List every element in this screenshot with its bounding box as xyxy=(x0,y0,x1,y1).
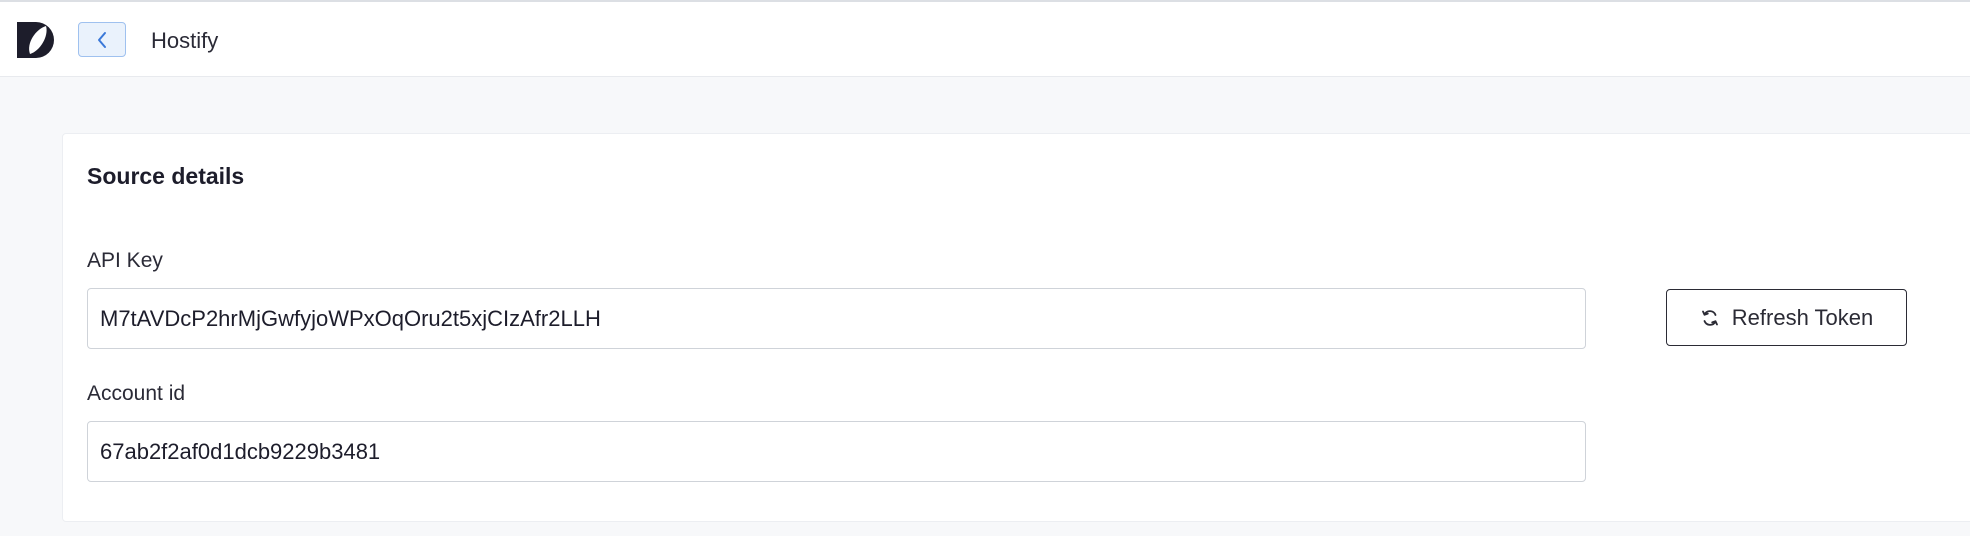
chevron-left-icon xyxy=(98,31,106,48)
back-button[interactable] xyxy=(78,22,126,57)
api-key-label: API Key xyxy=(87,249,163,272)
app-title: Hostify xyxy=(151,28,219,53)
api-key-input[interactable] xyxy=(87,288,1586,349)
brand-logo-icon xyxy=(17,22,54,58)
refresh-token-label: Refresh Token xyxy=(1731,304,1874,330)
refresh-icon xyxy=(1701,309,1718,326)
account-id-input[interactable] xyxy=(87,421,1586,482)
refresh-token-button[interactable]: Refresh Token xyxy=(1666,289,1907,346)
source-details-card: Source details API Key Refresh Token Acc… xyxy=(62,133,1970,522)
card-title: Source details xyxy=(87,163,245,189)
account-id-label: Account id xyxy=(87,382,186,405)
app-header: Hostify xyxy=(0,2,1970,77)
